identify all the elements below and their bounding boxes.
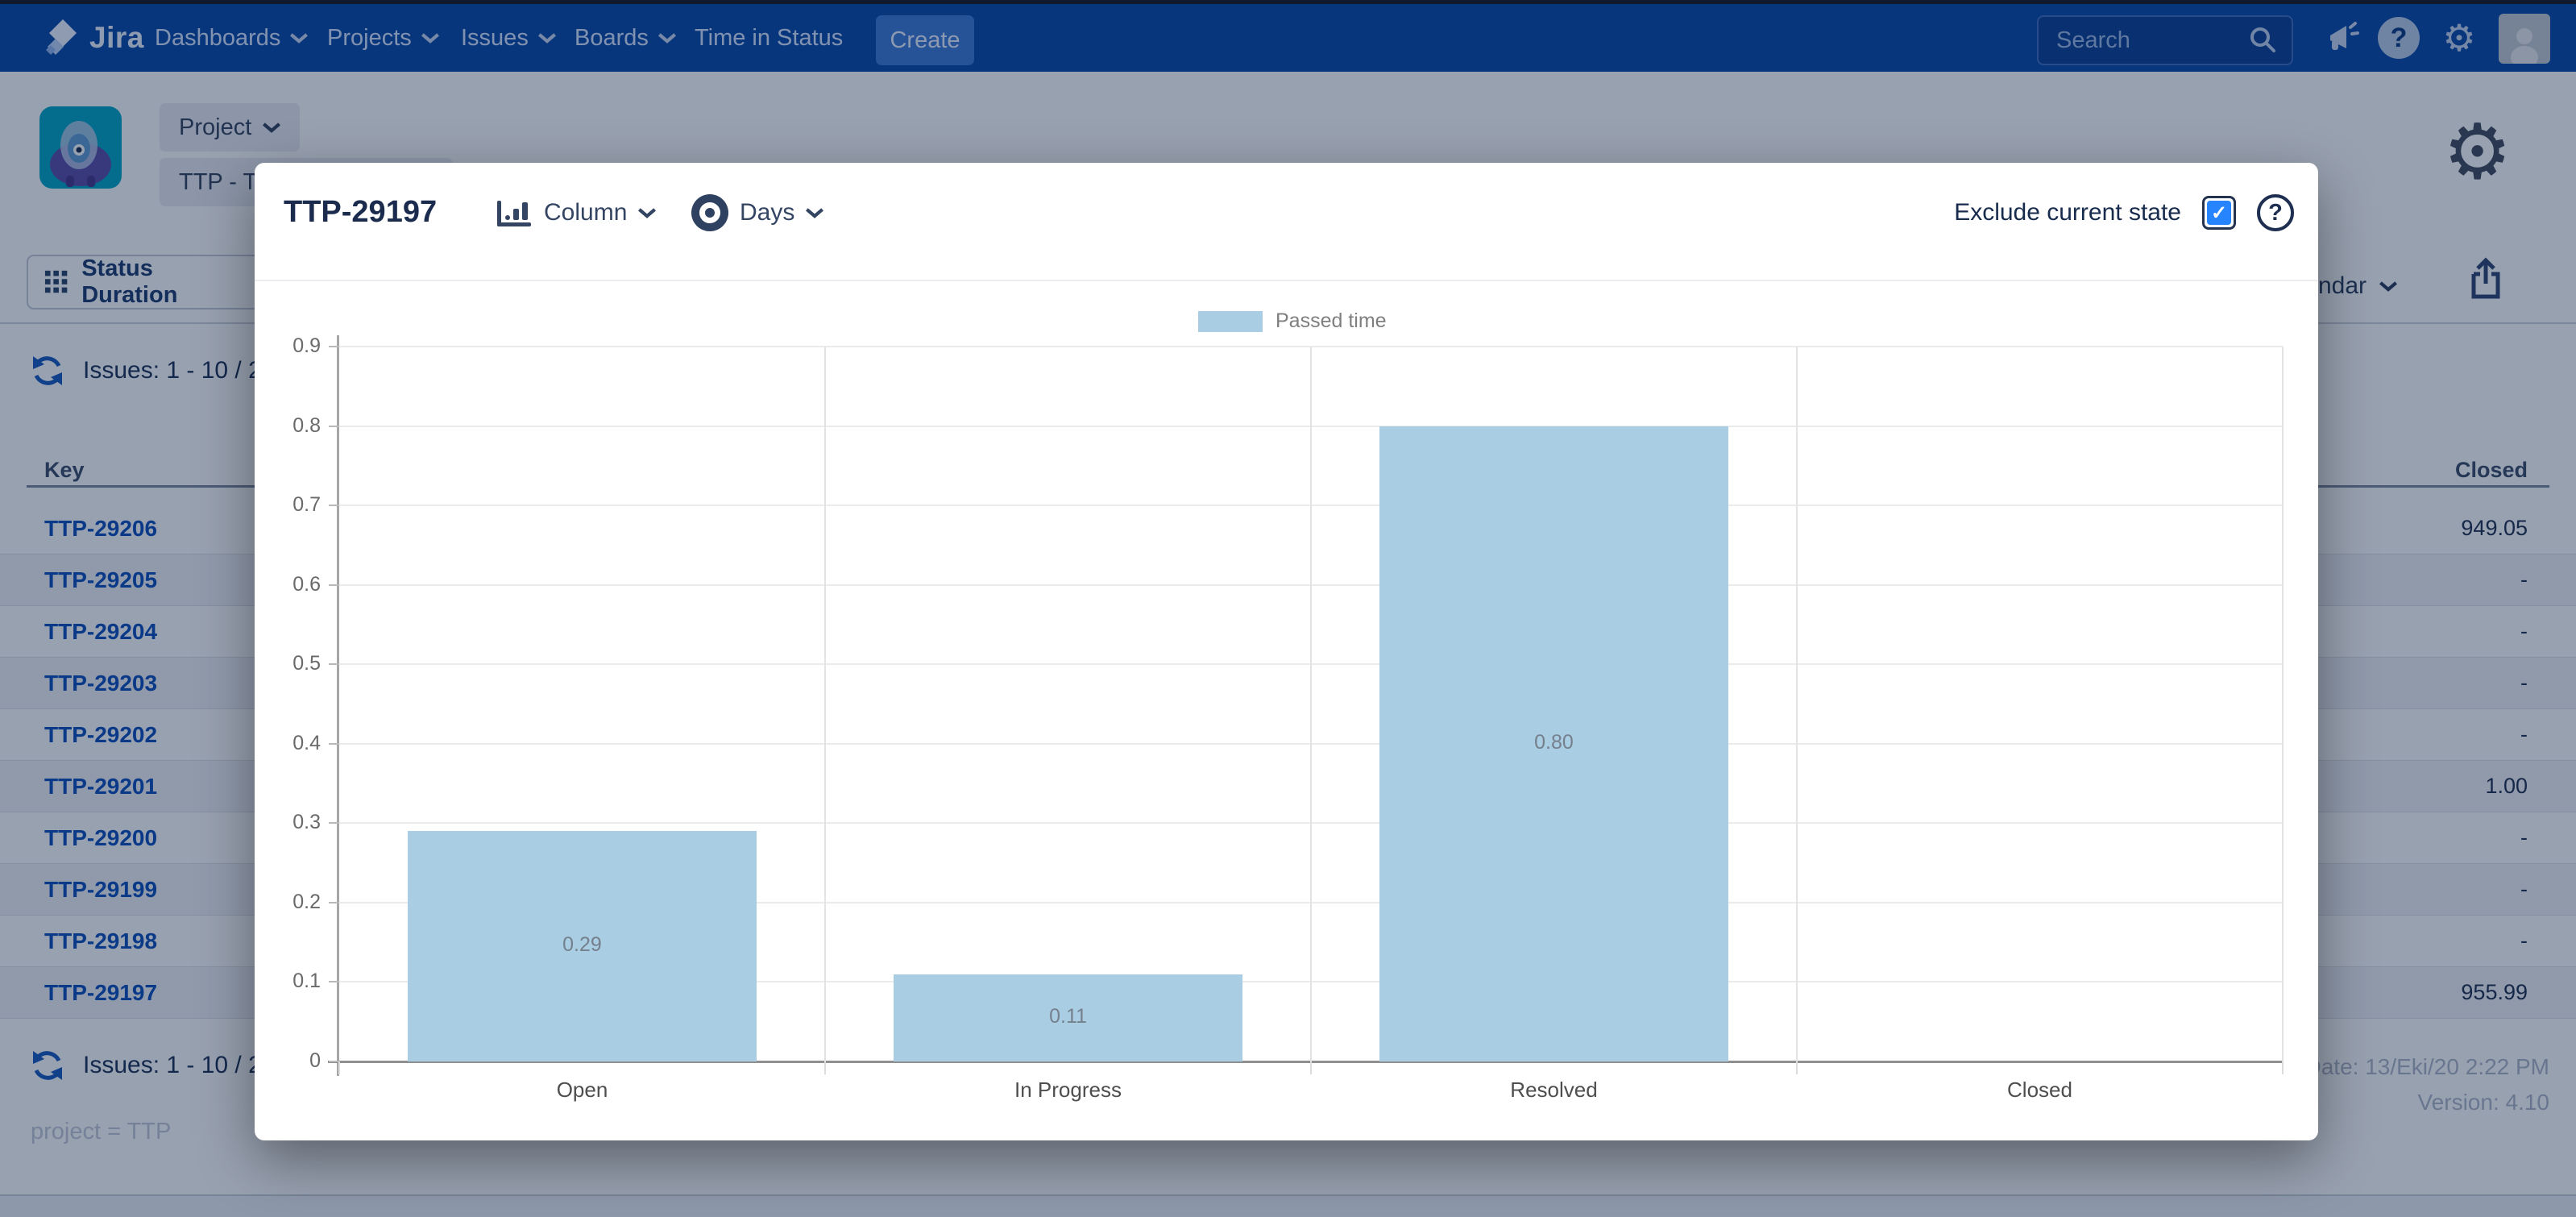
chevron-down-icon [638, 207, 656, 218]
ytick-label: 0 [230, 1049, 321, 1073]
modal-header-divider [255, 280, 2318, 281]
vgrid [1310, 347, 1312, 1061]
modal-help-button[interactable]: ? [2257, 194, 2294, 231]
check-icon [2207, 201, 2231, 225]
ytick-label: 0.2 [230, 891, 321, 914]
ytick-stub [329, 663, 339, 665]
legend-swatch [1198, 311, 1263, 332]
bar-value: 0.29 [339, 933, 825, 957]
xcat-label: In Progress [825, 1078, 1311, 1103]
ytick-stub [329, 822, 339, 824]
ytick-label: 0.7 [230, 493, 321, 517]
ytick-stub [329, 426, 339, 427]
ytick-stub [329, 981, 339, 982]
time-in-status-modal: TTP-29197 Column Days Exclude current st… [255, 163, 2318, 1140]
bar-value: 0.80 [1311, 731, 1797, 754]
ytick-label: 0.5 [230, 652, 321, 675]
eye-icon [691, 194, 728, 231]
xtick-stub [1310, 1061, 1312, 1074]
ytick-label: 0.4 [230, 732, 321, 755]
ytick-stub [329, 743, 339, 745]
ytick-stub [329, 346, 339, 347]
xtick-stub [1796, 1061, 1798, 1074]
vgrid [1796, 347, 1798, 1061]
modal-header-right: Exclude current state ? [1954, 190, 2294, 235]
ytick-label: 0.1 [230, 970, 321, 993]
chart-plot: 00.10.20.30.40.50.60.70.80.9Open0.29In P… [339, 347, 2283, 1061]
ytick-stub [329, 505, 339, 506]
screen: Jira Dashboards Projects Issues Boards T… [0, 0, 2576, 1217]
y-axis-line [337, 335, 339, 1076]
ytick-label: 0.9 [230, 334, 321, 358]
xtick-stub [2282, 1061, 2284, 1074]
xtick-stub [338, 1061, 340, 1074]
xcat-label: Resolved [1311, 1078, 1797, 1103]
exclude-current-state-checkbox[interactable] [2202, 196, 2236, 230]
ytick-label: 0.6 [230, 573, 321, 596]
exclude-current-state-label: Exclude current state [1954, 199, 2181, 226]
xcat-label: Closed [1797, 1078, 2283, 1103]
legend-label: Passed time [1276, 309, 1387, 333]
ytick-stub [329, 584, 339, 586]
chart-type-dropdown[interactable]: Column [496, 190, 656, 235]
column-chart-icon [496, 196, 533, 230]
ytick-label: 0.3 [230, 811, 321, 834]
unit-dropdown[interactable]: Days [691, 190, 823, 235]
xtick-stub [824, 1061, 826, 1074]
vgrid [2282, 347, 2284, 1061]
bar-value: 0.11 [825, 1005, 1311, 1028]
chevron-down-icon [806, 207, 823, 218]
modal-title: TTP-29197 [284, 195, 437, 230]
chart-legend[interactable]: Passed time [1198, 309, 1387, 333]
ytick-label: 0.8 [230, 414, 321, 438]
ytick-stub [329, 902, 339, 903]
xcat-label: Open [339, 1078, 825, 1103]
